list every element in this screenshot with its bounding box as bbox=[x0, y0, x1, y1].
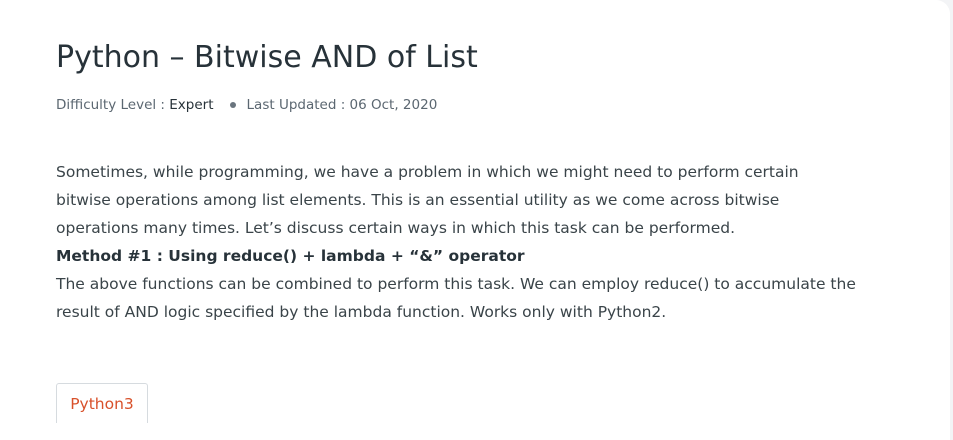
method-paragraph: The above functions can be combined to p… bbox=[56, 275, 856, 321]
article-meta: Difficulty Level : Expert Last Updated :… bbox=[56, 97, 437, 113]
article-card: Python – Bitwise AND of List Difficulty … bbox=[0, 0, 950, 440]
intro-paragraph: Sometimes, while programming, we have a … bbox=[56, 163, 799, 237]
article-content: Sometimes, while programming, we have a … bbox=[56, 158, 856, 326]
last-updated: Last Updated : 06 Oct, 2020 bbox=[246, 97, 438, 113]
separator-dot bbox=[229, 102, 236, 108]
method-heading: Method #1 : Using reduce() + lambda + “&… bbox=[56, 247, 525, 265]
difficulty-label: Difficulty Level : bbox=[56, 97, 165, 113]
code-tab-python3[interactable]: Python3 bbox=[56, 383, 148, 423]
difficulty-level-link[interactable]: Expert bbox=[169, 97, 213, 113]
article-title: Python – Bitwise AND of List bbox=[56, 40, 478, 75]
